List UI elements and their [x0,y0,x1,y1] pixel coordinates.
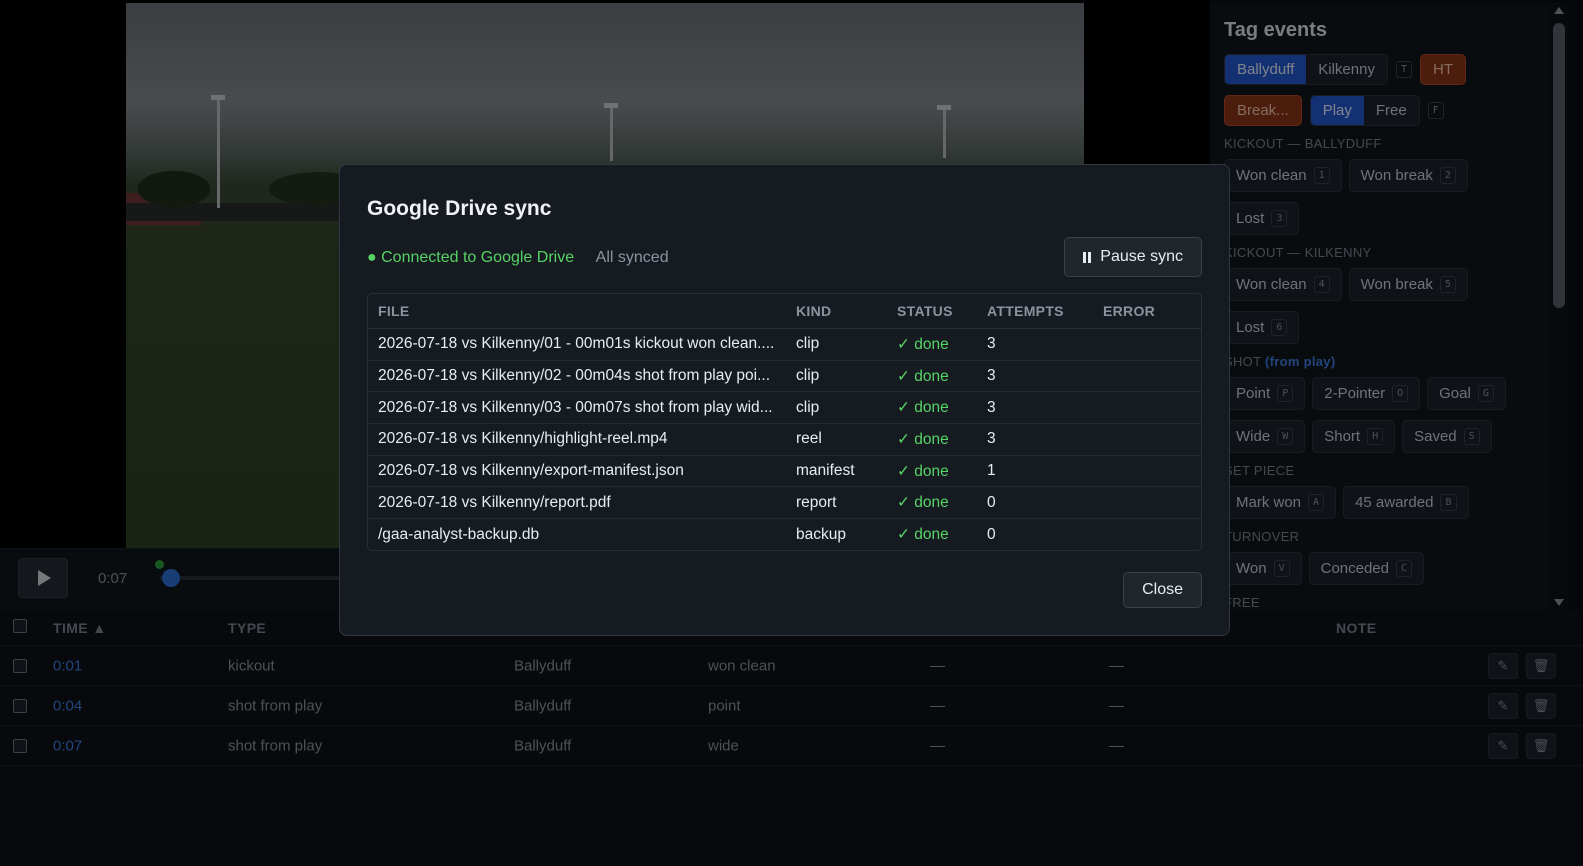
sync-file: 2026-07-18 vs Kilkenny/highlight-reel.mp… [368,423,786,456]
sync-file: 2026-07-18 vs Kilkenny/02 - 00m04s shot … [368,360,786,393]
column-header-status: STATUS [887,294,977,329]
sync-status: ✓ done [887,455,977,488]
column-header-file: FILE [368,294,786,329]
sync-row: 2026-07-18 vs Kilkenny/report.pdf report ✓… [368,486,1201,520]
sync-attempts: 3 [977,391,1093,425]
sync-attempts: 0 [987,525,996,543]
sync-row: 2026-07-18 vs Kilkenny/02 - 00m04s shot … [368,360,1201,393]
sync-row: /gaa-analyst-backup.db backup ✓ done 0 [368,519,1201,551]
sync-table: FILE KIND STATUS ATTEMPTS ERROR 2026-07-… [367,293,1202,552]
sync-kind: backup [796,525,846,543]
sync-file: 2026-07-18 vs Kilkenny/03 - 00m07s shot … [368,391,786,425]
column-header-attempts: ATTEMPTS [977,294,1093,329]
sync-state: All synced [595,249,669,266]
sync-file: /gaa-analyst-backup.db [378,525,540,543]
sync-attempts: 3 [977,360,1093,393]
sync-row: 2026-07-18 vs Kilkenny/highlight-reel.mp… [368,423,1201,456]
sync-status: ✓ done [897,526,949,544]
column-header-error: ERROR [1093,294,1201,329]
sync-file: 2026-07-18 vs Kilkenny/01 - 00m01s kicko… [368,328,786,361]
sync-row: 2026-07-18 vs Kilkenny/03 - 00m07s shot … [368,391,1201,425]
sync-attempts: 3 [977,328,1093,361]
pause-sync-label: Pause sync [1100,248,1183,265]
sync-status: ✓ done [887,486,977,520]
sync-error [1093,423,1201,456]
close-button[interactable]: Close [1123,572,1202,608]
sync-table-header: FILE KIND STATUS ATTEMPTS ERROR [368,294,1201,329]
connected-status: ● Connected to Google Drive [367,249,575,266]
pause-sync-button[interactable]: Pause sync [1064,237,1202,277]
sync-kind: manifest [786,455,887,488]
sync-kind: clip [786,328,887,361]
sync-kind: report [786,486,887,520]
sync-attempts: 3 [977,423,1093,456]
sync-row: 2026-07-18 vs Kilkenny/export-manifest.j… [368,455,1201,488]
sync-kind: clip [786,391,887,425]
sync-status: ✓ done [887,328,977,361]
sync-status: ✓ done [887,391,977,425]
sync-error [1093,391,1201,425]
sync-file: 2026-07-18 vs Kilkenny/report.pdf [368,486,786,520]
sync-error [1093,360,1201,393]
sync-status: ✓ done [887,360,977,393]
sync-error [1093,519,1201,551]
sync-attempts: 0 [977,486,1093,520]
sync-error [1093,455,1201,488]
column-header-kind: KIND [786,294,887,329]
sync-error [1093,486,1201,520]
connection-status: ● Connected to Google Drive All synced [367,249,669,267]
pause-icon [1083,251,1092,263]
sync-kind: clip [786,360,887,393]
app-root: 0:07 Tag events Ballyduff Kilkenny T HT … [0,0,1583,866]
sync-file: 2026-07-18 vs Kilkenny/export-manifest.j… [368,455,786,488]
sync-attempts: 1 [977,455,1093,488]
dialog-title: Google Drive sync [367,197,552,220]
sync-error [1093,328,1201,361]
sync-kind: reel [786,423,887,456]
sync-row: 2026-07-18 vs Kilkenny/01 - 00m01s kicko… [368,328,1201,361]
drive-sync-dialog: Google Drive sync ● Connected to Google … [339,164,1230,636]
sync-status: ✓ done [887,423,977,456]
